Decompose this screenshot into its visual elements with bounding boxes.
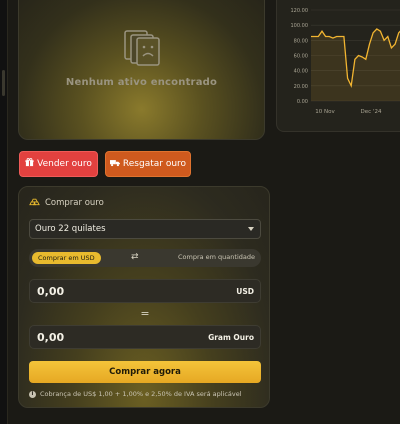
sad-document-icon xyxy=(122,29,162,71)
gold-bars-icon xyxy=(29,197,40,209)
swap-icon[interactable]: ⇄ xyxy=(131,252,139,262)
buy-gold-title-text: Comprar ouro xyxy=(45,198,104,208)
usd-amount-value: 0,00 xyxy=(37,284,65,298)
x-tick-label: 10 Nov xyxy=(315,109,335,115)
redeem-gold-label: Resgatar ouro xyxy=(122,159,187,169)
caret-down-icon xyxy=(248,224,254,234)
rail-handle[interactable] xyxy=(2,70,5,96)
price-chart[interactable]: 120.00 100.00 80.00 60.00 40.00 20.00 0.00 10 N… xyxy=(277,0,400,132)
buy-now-button[interactable]: Comprar agora xyxy=(29,361,261,383)
gram-amount-value: 0,00 xyxy=(37,330,65,344)
redeem-gold-button[interactable]: Resgatar ouro xyxy=(105,151,191,177)
fee-note-text: Cobrança de US$ 1,00 + 1,00% e 2,50% de … xyxy=(40,390,242,398)
series-area xyxy=(311,29,400,101)
empty-state-message: Nenhum ativo encontrado xyxy=(65,77,218,88)
equals-sign: = xyxy=(140,307,150,320)
usd-amount-input[interactable]: 0,00 USD xyxy=(29,279,261,303)
price-chart-card: 120.00 100.00 80.00 60.00 40.00 20.00 0.00 10 N… xyxy=(276,0,400,132)
sell-gold-button[interactable]: Vender ouro xyxy=(19,151,98,177)
side-rail xyxy=(0,0,8,424)
sell-gold-label: Vender ouro xyxy=(37,159,92,169)
y-tick-label: 0.00 xyxy=(297,99,308,105)
truck-icon xyxy=(109,159,120,170)
buy-gold-title: Comprar ouro xyxy=(29,197,104,209)
buy-gold-card: Comprar ouro Ouro 22 quilates Comprar em… xyxy=(18,186,270,408)
assets-empty-card: Nenhum ativo encontrado xyxy=(18,0,265,140)
mode-quantity-option[interactable]: Compra em quantidade xyxy=(178,253,255,261)
y-tick-label: 80.00 xyxy=(294,38,308,44)
y-tick-label: 120.00 xyxy=(291,8,309,14)
info-icon: i xyxy=(29,390,36,398)
usd-unit-label: USD xyxy=(236,286,254,296)
y-tick-label: 100.00 xyxy=(291,23,309,29)
fee-note: i Cobrança de US$ 1,00 + 1,00% e 2,50% d… xyxy=(29,390,242,398)
x-tick-label: Dec '24 xyxy=(361,109,382,115)
gold-type-select[interactable]: Ouro 22 quilates xyxy=(29,219,261,239)
purchase-mode-toggle[interactable]: Comprar em USD ⇄ Compra em quantidade xyxy=(29,249,261,267)
y-tick-label: 60.00 xyxy=(294,54,308,60)
y-tick-label: 20.00 xyxy=(294,84,308,90)
y-tick-label: 40.00 xyxy=(294,69,308,75)
gram-unit-label: Gram Ouro xyxy=(208,332,254,342)
gold-type-value: Ouro 22 quilates xyxy=(35,224,106,234)
mode-usd-option[interactable]: Comprar em USD xyxy=(32,252,101,264)
gram-amount-input[interactable]: 0,00 Gram Ouro xyxy=(29,325,261,349)
gift-icon xyxy=(25,158,34,170)
